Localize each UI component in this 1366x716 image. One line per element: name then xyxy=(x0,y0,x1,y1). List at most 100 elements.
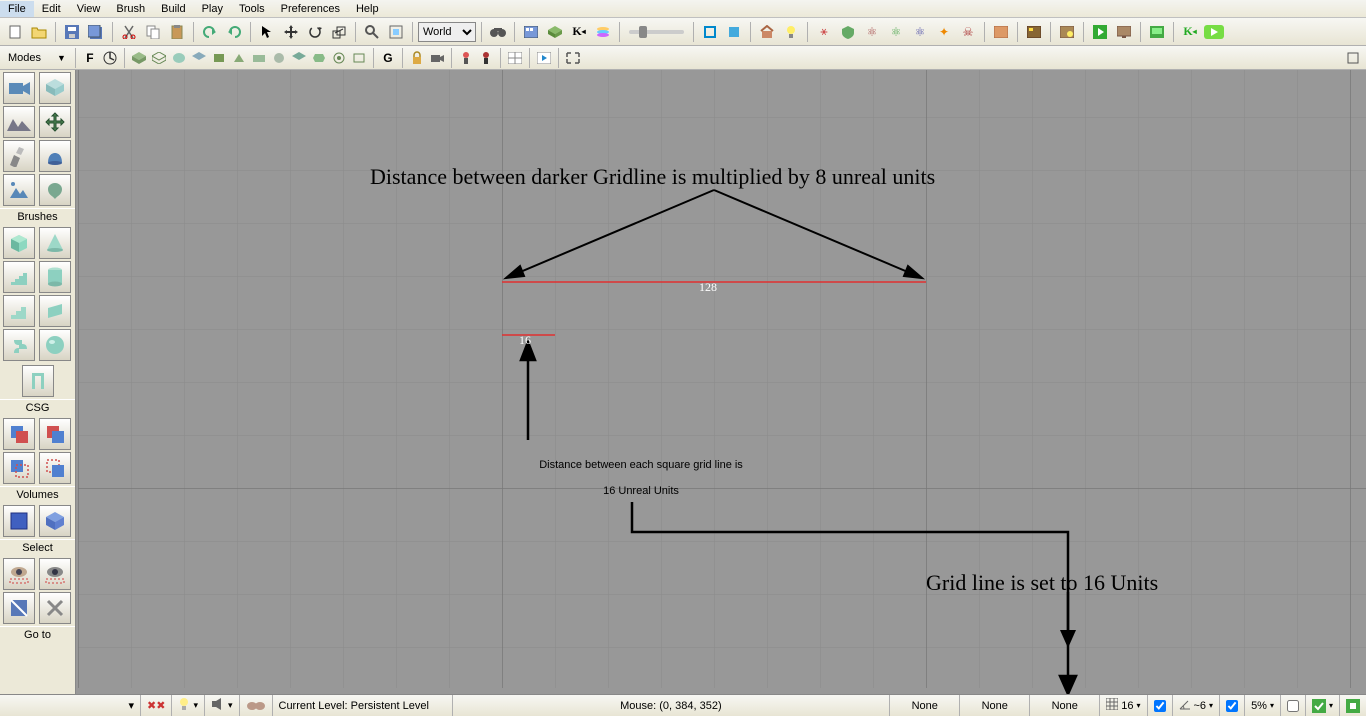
menu-play[interactable]: Play xyxy=(194,1,231,17)
autosave-button[interactable]: ▾ xyxy=(1305,695,1339,716)
search-button[interactable] xyxy=(361,21,383,43)
open-button[interactable] xyxy=(28,21,50,43)
redo-button[interactable] xyxy=(223,21,245,43)
menu-view[interactable]: View xyxy=(69,1,109,17)
play-on-pc-button[interactable] xyxy=(1113,21,1135,43)
layers-button[interactable] xyxy=(592,21,614,43)
select-none-button[interactable] xyxy=(39,558,71,590)
realtime-button[interactable] xyxy=(101,49,119,67)
audio-icon[interactable] xyxy=(211,698,225,713)
play-in-editor-button[interactable] xyxy=(1089,21,1111,43)
foliage-button[interactable] xyxy=(39,174,71,206)
content-browser-button[interactable] xyxy=(520,21,542,43)
menu-preferences[interactable]: Preferences xyxy=(273,1,348,17)
camera-mode-button[interactable] xyxy=(3,72,35,104)
csg-deintersect-button[interactable] xyxy=(39,452,71,484)
fullscreen-button[interactable] xyxy=(385,21,407,43)
paste-button[interactable] xyxy=(166,21,188,43)
showflag-button-7[interactable] xyxy=(250,49,268,67)
undo-button[interactable] xyxy=(199,21,221,43)
showflag-button-12[interactable] xyxy=(350,49,368,67)
rotate-button[interactable] xyxy=(304,21,326,43)
far-plane-slider[interactable] xyxy=(629,30,684,34)
sphere-brush-button[interactable] xyxy=(39,329,71,361)
viewport-config-button[interactable] xyxy=(506,49,524,67)
showflag-button-3[interactable] xyxy=(170,49,188,67)
lock-button[interactable] xyxy=(408,49,426,67)
csg-add-button[interactable] xyxy=(3,418,35,450)
build-all-button[interactable] xyxy=(990,21,1012,43)
mesh-paint-button[interactable] xyxy=(3,140,35,172)
showflag-button-4[interactable] xyxy=(190,49,208,67)
scale-snap-checkbox[interactable] xyxy=(1287,700,1299,712)
modes-label[interactable]: Modes▼ xyxy=(4,52,70,64)
showflag-button-6[interactable] xyxy=(230,49,248,67)
select-button[interactable] xyxy=(256,21,278,43)
bulb-icon[interactable] xyxy=(178,697,190,714)
new-button[interactable] xyxy=(4,21,26,43)
select-all-button[interactable] xyxy=(3,558,35,590)
copy-button[interactable] xyxy=(142,21,164,43)
landscape-button[interactable] xyxy=(3,174,35,206)
binoculars-button[interactable] xyxy=(487,21,509,43)
socket-button-2[interactable] xyxy=(477,49,495,67)
grid-size-value[interactable]: 16 xyxy=(1121,700,1133,712)
cube-brush-button[interactable] xyxy=(3,227,35,259)
expand-button[interactable] xyxy=(564,49,582,67)
static-mesh-button[interactable] xyxy=(39,140,71,172)
game-button[interactable]: G xyxy=(379,49,397,67)
showflag-button-11[interactable] xyxy=(330,49,348,67)
status-dropdown-arrow[interactable]: ▾ xyxy=(128,699,134,712)
showflag-button-1[interactable] xyxy=(130,49,148,67)
focus-button[interactable]: F xyxy=(81,49,99,67)
geometry-mode-button[interactable] xyxy=(39,72,71,104)
build-geometry-button[interactable] xyxy=(756,21,778,43)
showflag-button-5[interactable] xyxy=(210,49,228,67)
cut-button[interactable] xyxy=(118,21,140,43)
toggle-prefab-button[interactable] xyxy=(723,21,745,43)
play-level-button[interactable] xyxy=(1203,21,1225,43)
play-here-button[interactable] xyxy=(535,49,553,67)
showflag-button-9[interactable] xyxy=(290,49,308,67)
scale-snap-value[interactable]: 5% xyxy=(1251,700,1267,712)
menu-build[interactable]: Build xyxy=(153,1,193,17)
nav-button-5[interactable]: ☠ xyxy=(957,21,979,43)
lighting-info-button[interactable] xyxy=(1056,21,1078,43)
nav-button-4[interactable]: ✦ xyxy=(933,21,955,43)
angle-snap-checkbox[interactable] xyxy=(1226,700,1238,712)
showflag-button-8[interactable] xyxy=(270,49,288,67)
scale-button[interactable] xyxy=(328,21,350,43)
cylinder-brush-button[interactable] xyxy=(39,261,71,293)
save-button[interactable] xyxy=(61,21,83,43)
menu-file[interactable]: File xyxy=(0,1,34,17)
menu-edit[interactable]: Edit xyxy=(34,1,69,17)
texture-align-button[interactable] xyxy=(39,106,71,138)
showflag-button-10[interactable] xyxy=(310,49,328,67)
volumetric-brush-button[interactable] xyxy=(22,365,54,397)
build-paths-button[interactable]: ⚹ xyxy=(813,21,835,43)
nav-button-1[interactable]: ⚛ xyxy=(861,21,883,43)
toggle-brush-button[interactable] xyxy=(699,21,721,43)
socket-button-1[interactable] xyxy=(457,49,475,67)
select-by-class-button[interactable] xyxy=(39,592,71,624)
menu-brush[interactable]: Brush xyxy=(108,1,153,17)
coordinate-space-select[interactable]: World xyxy=(418,22,476,42)
invert-selection-button[interactable] xyxy=(3,592,35,624)
push-button[interactable] xyxy=(1339,695,1366,716)
build-lighting-button[interactable] xyxy=(780,21,802,43)
curved-stair-button[interactable] xyxy=(3,261,35,293)
play-mobile-button[interactable] xyxy=(1146,21,1168,43)
angle-snap-value[interactable]: ~6 xyxy=(1194,700,1207,712)
showflag-button-2[interactable] xyxy=(150,49,168,67)
sheet-brush-button[interactable] xyxy=(39,295,71,327)
nav-button-3[interactable]: ⚛ xyxy=(909,21,931,43)
grid-snap-checkbox[interactable] xyxy=(1154,700,1166,712)
psys-button[interactable] xyxy=(239,695,272,716)
nav-button-2[interactable]: ⚛ xyxy=(885,21,907,43)
translate-button[interactable] xyxy=(280,21,302,43)
spiral-stair-button[interactable] xyxy=(3,329,35,361)
kismet-button[interactable]: K◂ xyxy=(568,21,590,43)
menu-help[interactable]: Help xyxy=(348,1,387,17)
cone-brush-button[interactable] xyxy=(39,227,71,259)
draw-events-button[interactable]: ✖✖ xyxy=(140,695,171,716)
